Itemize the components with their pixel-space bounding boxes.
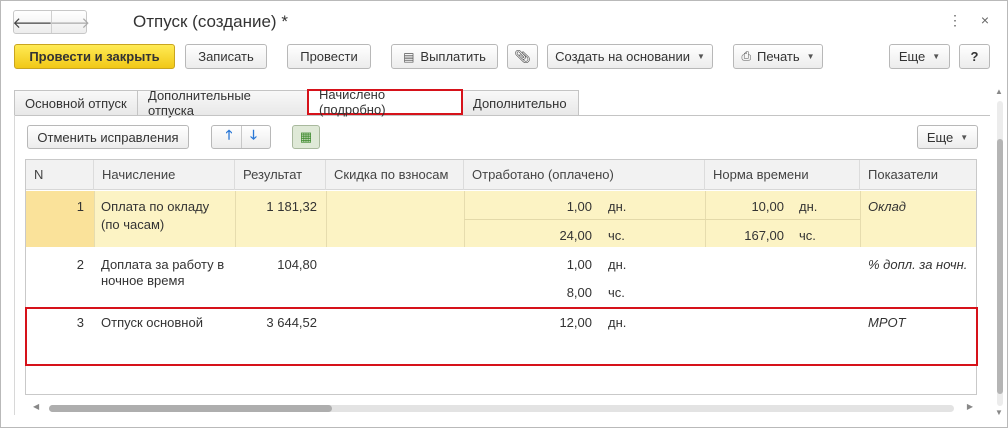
accrual-name: Оплата по окладу bbox=[101, 199, 210, 214]
document-window: 🡐 🡒 Отпуск (создание) * ⋮ × Провести и з… bbox=[0, 0, 1008, 428]
create-based-on-button[interactable]: Создать на основании ▼ bbox=[547, 44, 713, 69]
column-header-n[interactable]: N bbox=[26, 160, 94, 190]
accrual-name-cont: ночное время bbox=[101, 273, 185, 288]
tab-bar: Основной отпуск Дополнительные отпуска Н… bbox=[14, 87, 579, 118]
row-separator bbox=[860, 191, 861, 247]
chevron-down-icon: ▼ bbox=[932, 52, 941, 61]
edit-mode-toggle[interactable]: ▦ bbox=[292, 125, 320, 149]
printer-icon: ⎙ bbox=[741, 49, 752, 63]
norm-days-unit: дн. bbox=[799, 199, 818, 214]
worked-hours: 8,00 bbox=[566, 285, 592, 300]
pay-button[interactable]: ▤ Выплатить bbox=[391, 44, 498, 69]
row-number: 2 bbox=[76, 257, 84, 272]
norm-hours-unit: чс. bbox=[799, 228, 816, 243]
payment-document-icon: ▤ bbox=[403, 49, 415, 64]
table-row[interactable]: 2 Доплата за работу в ночное время 104,8… bbox=[26, 248, 976, 306]
tab-accrued-detailed[interactable]: Начислено (подробно) bbox=[307, 87, 463, 117]
accrual-name: Отпуск основной bbox=[101, 315, 203, 330]
back-arrow-icon[interactable]: 🡐 bbox=[12, 11, 52, 33]
worked-days-unit: дн. bbox=[608, 199, 627, 214]
tab-additional[interactable]: Дополнительно bbox=[462, 90, 579, 115]
attach-files-button[interactable]: 📎︎ bbox=[507, 44, 538, 69]
result-value: 1 181,32 bbox=[266, 199, 317, 214]
norm-days: 10,00 bbox=[751, 199, 784, 214]
accrual-name: Доплата за работу в bbox=[101, 257, 225, 272]
indicator-value: % допл. за ночн. bbox=[868, 257, 968, 272]
column-header-indicators[interactable]: Показатели bbox=[860, 160, 976, 190]
column-header-worked[interactable]: Отработано (оплачено) bbox=[464, 160, 705, 190]
vertical-scrollbar[interactable]: ▲ ▼ bbox=[994, 87, 1006, 417]
scroll-down-icon[interactable]: ▼ bbox=[995, 408, 1003, 417]
move-down-icon[interactable]: 🡓 bbox=[241, 126, 265, 148]
worked-days: 12,00 bbox=[559, 315, 592, 330]
row-separator bbox=[464, 219, 860, 220]
cancel-corrections-button[interactable]: Отменить исправления bbox=[27, 125, 189, 149]
table-row[interactable]: 3 Отпуск основной 3 644,52 12,00 дн. МРО… bbox=[26, 308, 976, 366]
row-number: 1 bbox=[76, 199, 84, 214]
move-up-icon[interactable]: 🡑 bbox=[217, 126, 241, 148]
paperclip-icon: 📎︎ bbox=[514, 48, 531, 64]
result-value: 104,80 bbox=[277, 257, 317, 272]
accrual-name-cont: (по часам) bbox=[101, 217, 165, 232]
post-button[interactable]: Провести bbox=[287, 44, 371, 69]
worked-hours-unit: чс. bbox=[608, 285, 625, 300]
more-actions-button[interactable]: Еще ▼ bbox=[889, 44, 950, 69]
more-vertical-icon[interactable]: ⋮ bbox=[947, 12, 963, 29]
close-icon[interactable]: × bbox=[977, 12, 993, 29]
create-based-on-label: Создать на основании bbox=[555, 49, 690, 64]
result-value: 3 644,52 bbox=[266, 315, 317, 330]
scroll-right-icon[interactable]: ▶ bbox=[967, 402, 973, 411]
chevron-down-icon: ▼ bbox=[696, 52, 705, 61]
command-bar: Провести и закрыть Записать Провести ▤ В… bbox=[1, 44, 1007, 72]
chevron-down-icon: ▼ bbox=[806, 52, 815, 61]
accruals-table: N Начисление Результат Скидка по взносам… bbox=[25, 159, 977, 395]
indicator-value: Оклад bbox=[868, 199, 906, 214]
scroll-up-icon[interactable]: ▲ bbox=[995, 87, 1003, 96]
column-header-time-norm[interactable]: Норма времени bbox=[705, 160, 860, 190]
pay-button-label: Выплатить bbox=[420, 49, 486, 64]
history-navigation: 🡐 🡒 bbox=[12, 10, 90, 34]
table-row[interactable]: 1 Оплата по окладу (по часам) 1 181,32 1… bbox=[26, 191, 976, 247]
scroll-left-icon[interactable]: ◀ bbox=[33, 402, 39, 411]
post-and-close-button[interactable]: Провести и закрыть bbox=[14, 44, 175, 69]
worked-days-unit: дн. bbox=[608, 257, 627, 272]
worked-hours: 24,00 bbox=[559, 228, 592, 243]
move-row-buttons: 🡑 🡓 bbox=[211, 125, 271, 149]
help-button[interactable]: ? bbox=[959, 44, 990, 69]
worked-hours-unit: чс. bbox=[608, 228, 625, 243]
forward-arrow-icon[interactable]: 🡒 bbox=[50, 11, 90, 33]
table-more-button[interactable]: Еще ▼ bbox=[917, 125, 978, 149]
tab-additional-vacations[interactable]: Дополнительные отпуска bbox=[137, 88, 308, 118]
table-header: N Начисление Результат Скидка по взносам… bbox=[26, 160, 976, 190]
worked-days-unit: дн. bbox=[608, 315, 627, 330]
row-separator bbox=[94, 191, 95, 247]
more-actions-label: Еще bbox=[898, 49, 926, 64]
column-header-contrib-discount[interactable]: Скидка по взносам bbox=[326, 160, 464, 190]
scroll-thumb[interactable] bbox=[49, 405, 332, 412]
page-title: Отпуск (создание) * bbox=[133, 12, 288, 31]
worked-days: 1,00 bbox=[566, 257, 592, 272]
indicator-value: МРОТ bbox=[868, 315, 906, 330]
table-more-label: Еще bbox=[926, 129, 954, 145]
column-header-accrual[interactable]: Начисление bbox=[94, 160, 235, 190]
row-separator bbox=[326, 191, 327, 247]
row-number: 3 bbox=[76, 315, 84, 330]
worked-days: 1,00 bbox=[566, 199, 592, 214]
table-edit-icon: ▦ bbox=[299, 129, 313, 144]
save-button[interactable]: Записать bbox=[185, 44, 267, 69]
norm-hours: 167,00 bbox=[744, 228, 784, 243]
horizontal-scrollbar[interactable]: ◀ ▶ bbox=[27, 399, 977, 417]
tab-main-vacation[interactable]: Основной отпуск bbox=[14, 90, 138, 115]
window-controls: ⋮ × bbox=[947, 12, 993, 29]
print-button-label: Печать bbox=[757, 49, 800, 64]
chevron-down-icon: ▼ bbox=[960, 132, 969, 142]
column-header-result[interactable]: Результат bbox=[235, 160, 326, 190]
scroll-thumb[interactable] bbox=[997, 139, 1003, 394]
title-bar: 🡐 🡒 Отпуск (создание) * ⋮ × bbox=[1, 1, 1007, 39]
print-button[interactable]: ⎙ Печать ▼ bbox=[733, 44, 823, 69]
